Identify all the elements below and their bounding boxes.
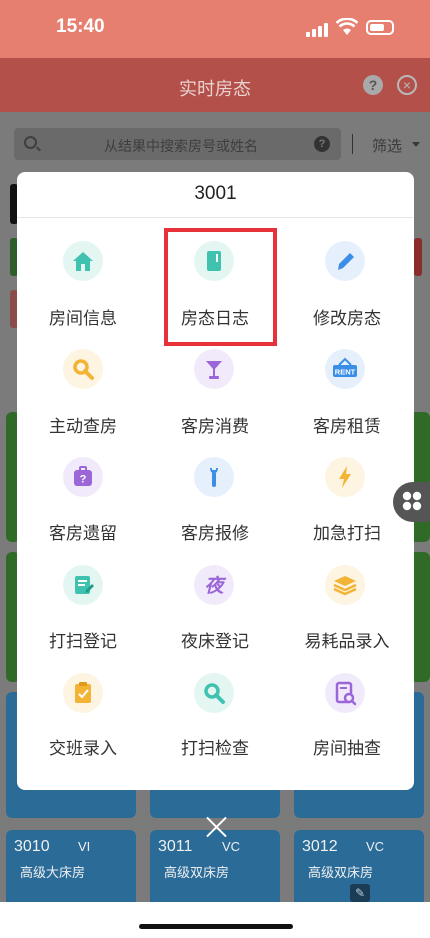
lost-bag-text: ? — [80, 474, 87, 486]
bottom-bar — [0, 902, 430, 938]
chevron-down-icon — [412, 142, 420, 147]
battery-icon — [366, 20, 394, 35]
close-icon[interactable]: × — [397, 75, 417, 95]
tile-label: 打扫检查 — [181, 739, 249, 758]
tile-label: 易耗品录入 — [304, 632, 390, 651]
wrench-icon: ✎ — [350, 884, 370, 902]
tile-label: 客房报修 — [181, 524, 249, 543]
tile-label: 加急打扫 — [313, 524, 381, 543]
edit-document-icon — [63, 565, 103, 605]
pencil-icon — [325, 241, 365, 281]
room-type: 高级双床房 — [308, 865, 374, 880]
divider — [352, 134, 353, 154]
tile-label: 交班录入 — [49, 739, 117, 758]
help-icon[interactable]: ? — [363, 75, 383, 95]
status-time: 15:40 — [56, 16, 105, 37]
tile-label: 客房遗留 — [49, 524, 117, 543]
tile-label: 夜床登记 — [181, 632, 249, 651]
room-status-code: VI — [78, 839, 91, 854]
lightning-icon — [325, 457, 365, 497]
magnifier-icon — [63, 349, 103, 389]
rent-sign-icon: RENT — [325, 349, 365, 389]
night-bed-icon: 夜 — [194, 565, 234, 605]
room-number: 3011 — [158, 838, 193, 855]
search-help-icon[interactable]: ? — [314, 136, 330, 152]
night-bed-text: 夜 — [204, 575, 226, 597]
tile-label: 主动查房 — [49, 417, 117, 436]
room-number: 3012 — [302, 838, 338, 855]
tile-label: 客房消费 — [181, 417, 249, 436]
search-check-icon — [194, 673, 234, 713]
search-icon — [24, 136, 37, 149]
tile-label: 房间抽查 — [313, 739, 381, 758]
home-indicator[interactable] — [139, 924, 293, 929]
cocktail-glass-icon — [194, 349, 234, 389]
room-type: 高级双床房 — [164, 865, 230, 880]
stack-icon — [325, 565, 365, 605]
modal-title: 3001 — [194, 183, 237, 204]
filter-dropdown[interactable]: 筛选 — [372, 135, 402, 156]
room-status-swatch — [414, 238, 422, 276]
cellular-signal-icon — [306, 23, 328, 37]
highlight-box — [164, 228, 277, 346]
room-number: 3010 — [14, 838, 50, 855]
wrench-icon — [194, 457, 234, 497]
search-placeholder: 从结果中搜索房号或姓名 — [104, 138, 258, 154]
close-modal-icon[interactable] — [205, 816, 227, 838]
home-icon — [63, 241, 103, 281]
room-status-code: VC — [366, 839, 385, 854]
lost-bag-icon: ? — [63, 457, 103, 497]
room-status-code: VC — [222, 839, 241, 854]
tile-label: 房间信息 — [49, 309, 117, 328]
rent-sign-text: RENT — [335, 368, 356, 377]
tile-label: 修改房态 — [313, 309, 381, 328]
divider — [17, 217, 414, 218]
doc-search-icon — [325, 673, 365, 713]
wifi-icon — [335, 17, 359, 41]
tile-label: 客房租赁 — [313, 417, 381, 436]
clipboard-icon — [63, 673, 103, 713]
floating-menu-button[interactable] — [393, 482, 430, 522]
tile-label: 打扫登记 — [49, 632, 117, 651]
room-type: 高级大床房 — [20, 865, 86, 880]
